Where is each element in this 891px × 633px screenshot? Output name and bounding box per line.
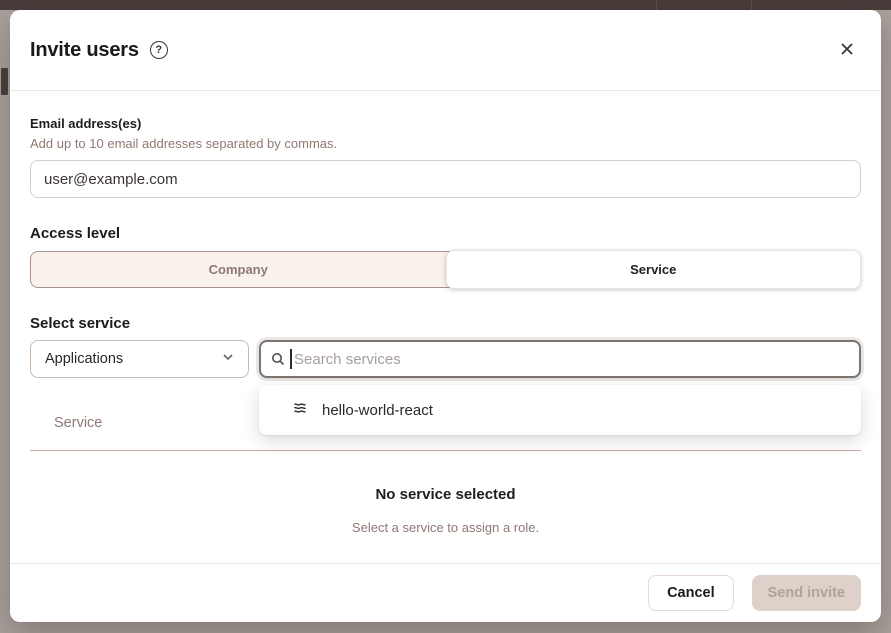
access-level-label: Access level [30,225,861,242]
email-input[interactable] [30,160,861,198]
text-caret [290,349,292,369]
close-icon [840,42,854,59]
search-results-dropdown: hello-world-react [259,385,861,435]
service-stack-icon [292,400,308,420]
email-label: Email address(es) [30,116,861,131]
table-divider [30,450,861,451]
empty-state-title: No service selected [30,486,861,503]
empty-state-subtitle: Select a service to assign a role. [30,520,861,535]
search-result-label: hello-world-react [322,402,433,419]
service-type-select[interactable]: Applications [30,340,249,378]
invite-users-modal: Invite users ? Email address(es) Add up … [10,10,881,622]
chevron-down-icon [220,349,236,370]
close-button[interactable] [835,38,859,62]
segment-option-service[interactable]: Service [446,250,862,289]
send-invite-button[interactable]: Send invite [752,575,861,611]
topbar-separator [656,0,657,10]
modal-footer: Cancel Send invite [10,563,881,622]
modal-header: Invite users ? [10,10,881,91]
service-search-wrap: hello-world-react [259,340,861,378]
empty-state: No service selected Select a service to … [30,486,861,535]
dimmed-page-text-fragment [1,68,8,95]
search-result-item[interactable]: hello-world-react [259,391,861,429]
help-circle-icon[interactable]: ? [150,41,168,59]
segment-option-company[interactable]: Company [31,252,446,287]
select-service-label: Select service [30,315,861,332]
access-level-segmented-control: Company Service [30,251,861,288]
cancel-button[interactable]: Cancel [648,575,734,611]
service-picker-row: Applications [30,340,861,378]
modal-title: Invite users [30,39,139,62]
email-helper-text: Add up to 10 email addresses separated b… [30,136,861,151]
page-topbar [0,0,891,10]
modal-body: Email address(es) Add up to 10 email add… [10,91,881,563]
service-search-input[interactable] [259,340,861,378]
topbar-separator [751,0,752,10]
service-type-select-value: Applications [45,351,123,367]
